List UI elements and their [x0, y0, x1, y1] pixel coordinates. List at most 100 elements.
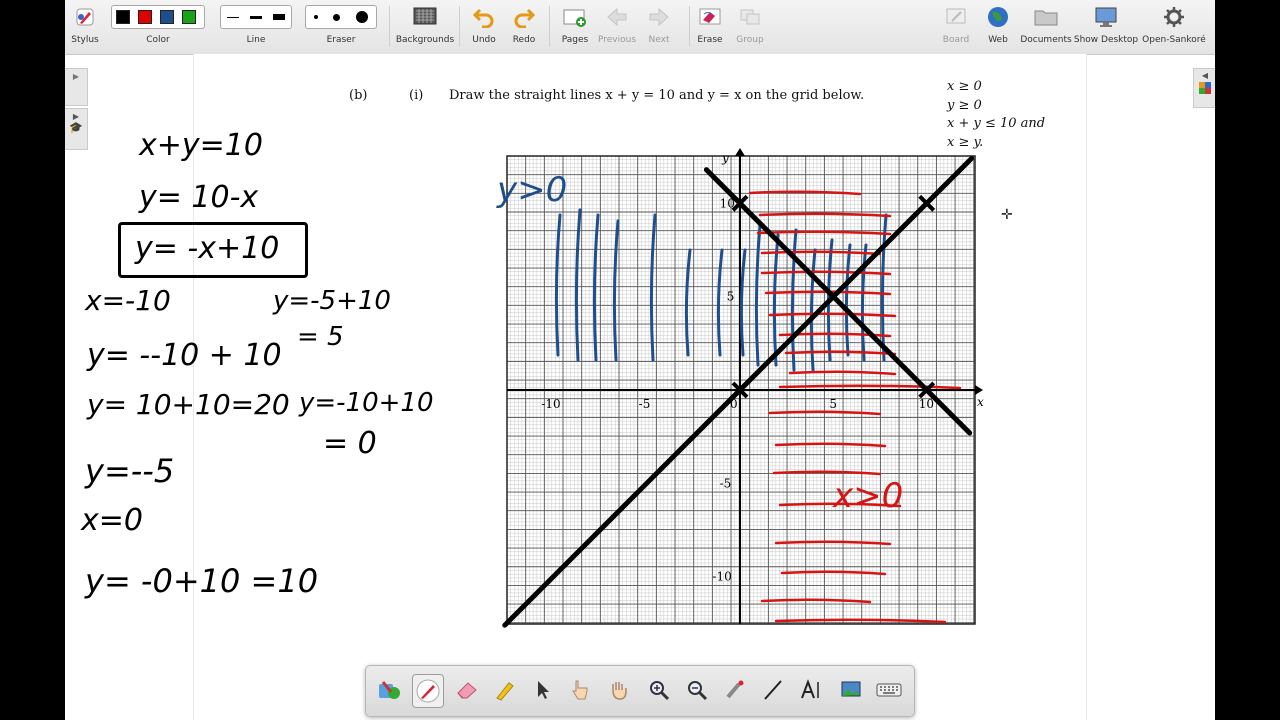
monitor-icon	[1093, 4, 1119, 30]
pen-icon	[416, 679, 440, 703]
y-axis-label: y	[721, 151, 729, 165]
blue-shading-stroke	[754, 223, 762, 367]
condition-3: x + y ≤ 10 and	[947, 116, 1046, 131]
line-tool[interactable]	[760, 677, 786, 703]
blue-shading-stroke	[684, 248, 692, 357]
backgrounds-button[interactable]: Backgrounds	[396, 4, 454, 52]
zoom-out-tool[interactable]	[684, 677, 710, 703]
blue-shading-stroke	[592, 213, 600, 362]
pages-button[interactable]: Pages	[557, 4, 593, 52]
backgrounds-icon	[412, 4, 438, 30]
color-red[interactable]	[138, 10, 152, 24]
red-shading-stroke	[774, 540, 892, 546]
zoom-in-tool[interactable]	[646, 677, 672, 703]
work-line-1: x+y=10	[139, 128, 263, 163]
stylus-button[interactable]: Stylus	[67, 4, 103, 52]
eraser-icon	[457, 682, 477, 699]
line-thick[interactable]	[273, 14, 286, 20]
group-button[interactable]: Group	[733, 4, 767, 52]
left-panel-tab-library[interactable]: ▶ 🎓	[65, 108, 88, 150]
expand-arrow-icon: ▶	[72, 112, 80, 121]
pen-color-icon	[379, 681, 400, 699]
eraser-group: Eraser	[305, 4, 377, 52]
y-tick-label: 10	[720, 196, 735, 210]
eraser-large[interactable]	[356, 11, 369, 23]
red-shading-stroke	[768, 312, 897, 318]
capture-tool[interactable]	[838, 677, 864, 703]
sankore-window: Stylus Color Line Eraser Backgrounds Und…	[65, 0, 1215, 720]
red-shading-stroke	[774, 442, 887, 448]
question-instruction: Draw the straight lines x + y = 10 and y…	[449, 88, 865, 103]
pen-tool[interactable]	[412, 674, 444, 708]
boxed-answer: y= -x+10	[118, 222, 308, 278]
left-panel-tab-pages[interactable]: ▶	[65, 68, 88, 106]
add-page-icon	[562, 4, 588, 30]
line-icon	[764, 680, 782, 700]
interact-tool[interactable]	[566, 677, 592, 703]
red-shading-stroke	[760, 270, 892, 276]
expand-arrow-icon: ▶	[72, 72, 80, 81]
separator	[389, 6, 390, 46]
drawn-lines	[502, 155, 975, 628]
text-tool[interactable]	[798, 677, 824, 703]
undo-button[interactable]: Undo	[467, 4, 501, 52]
virtual-keyboard-tool[interactable]	[876, 677, 902, 703]
redo-button[interactable]: Redo	[507, 4, 541, 52]
work-line-9: y= -0+10 =10	[85, 562, 319, 600]
open-sankore-button[interactable]: Open-Sankoré	[1141, 4, 1207, 52]
capture-icon	[841, 681, 861, 697]
condition-2: y ≥ 0	[947, 98, 982, 113]
hand-tool[interactable]	[606, 677, 632, 703]
condition-1: x ≥ 0	[947, 79, 982, 94]
graph-note-red: x>0	[833, 476, 904, 516]
work-line-8: x=0	[81, 503, 143, 538]
work-line-2: y= 10-x	[139, 180, 259, 215]
work-mid-4: = 0	[323, 426, 377, 461]
main-toolbar: Stylus Color Line Eraser Backgrounds Und…	[65, 0, 1215, 55]
separator	[549, 6, 550, 46]
eraser-small[interactable]	[313, 15, 318, 19]
arrow-left-icon	[605, 4, 629, 30]
erase-button[interactable]: Erase	[695, 4, 725, 52]
laser-pointer-tool[interactable]	[722, 677, 748, 703]
board-icon	[944, 4, 968, 30]
red-shading-stroke	[780, 570, 887, 576]
select-tool[interactable]	[530, 677, 556, 703]
color-black[interactable]	[116, 10, 130, 24]
blue-shading-stroke	[844, 243, 852, 357]
work-line-5: y= --10 + 10	[87, 338, 282, 373]
highlighter-tool[interactable]	[492, 677, 518, 703]
text-icon	[801, 679, 819, 699]
previous-button[interactable]: Previous	[597, 4, 637, 52]
arrow-cursor-icon	[538, 681, 549, 699]
color-green[interactable]	[182, 10, 196, 24]
question-part: (b)	[349, 88, 368, 103]
stylus-icon	[73, 4, 97, 30]
work-line-7: y=--5	[85, 452, 175, 490]
eraser-tool[interactable]	[454, 677, 480, 703]
pen-color-tool[interactable]	[376, 677, 402, 703]
work-line-6: y= 10+10=20	[87, 388, 290, 421]
x-tick-label: 0	[730, 397, 738, 411]
blue-shading-stroke	[649, 213, 657, 362]
arrow-right-icon	[647, 4, 671, 30]
eraser-medium[interactable]	[333, 13, 341, 21]
separator	[459, 6, 460, 46]
right-panel-tab[interactable]: ◀	[1193, 68, 1215, 108]
line-medium[interactable]	[249, 15, 262, 19]
next-button[interactable]: Next	[641, 4, 677, 52]
undo-icon	[472, 4, 496, 30]
zoom-out-icon	[688, 681, 708, 701]
documents-button[interactable]: Documents	[1020, 4, 1072, 52]
color-blue[interactable]	[160, 10, 174, 24]
line-thin[interactable]	[226, 16, 239, 18]
board-button[interactable]: Board	[941, 4, 971, 52]
work-mid-1: y=-5+10	[273, 286, 391, 316]
eraser-size-picker	[305, 5, 377, 29]
web-button[interactable]: Web	[983, 4, 1013, 52]
crosshair-cursor-icon: ✛	[1001, 207, 1013, 223]
red-shading-stroke	[774, 618, 947, 624]
coordinate-grid: x y -10 -5 0 5 10 10 5 -5 -10	[502, 148, 984, 628]
line-group: Line	[220, 4, 292, 52]
show-desktop-button[interactable]: Show Desktop	[1074, 4, 1138, 52]
